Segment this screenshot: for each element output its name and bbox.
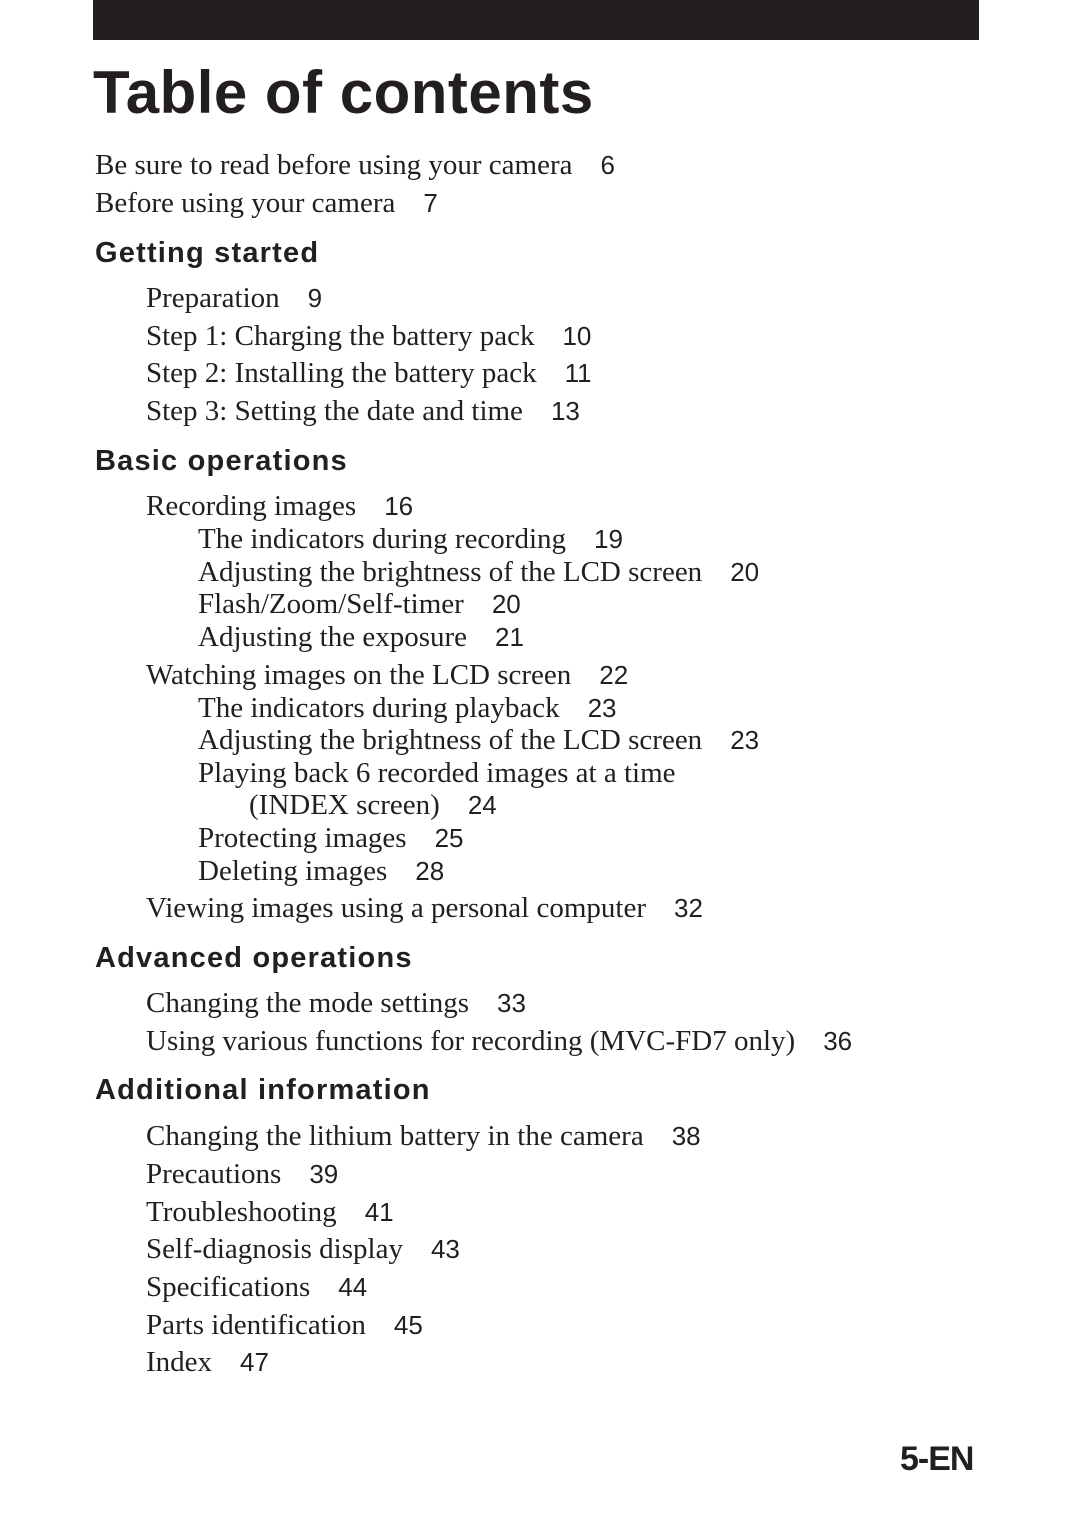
entry-label: Adjusting the brightness of the LCD scre… [198,724,703,756]
entry-page: 6 [600,150,615,180]
entry-page: 47 [240,1347,269,1377]
entry-page: 11 [564,358,592,388]
toc-entry[interactable]: Precautions 39 [146,1156,338,1192]
header-bar [93,0,979,40]
entry-page: 10 [562,321,592,351]
entry-page: 33 [497,988,526,1018]
entry-label: Using various functions for recording (M… [146,1025,796,1057]
entry-label: Changing the mode settings [146,987,469,1019]
entry-label: Specifications [146,1271,311,1303]
entry-label: Deleting images [198,855,388,887]
toc-subentry[interactable]: Deleting images 28 [198,853,444,889]
entry-page: 36 [823,1026,853,1056]
entry-page: 19 [594,524,623,554]
entry-label: Protecting images [198,822,407,854]
page-number: 5-EN [900,1440,974,1478]
entry-label: (INDEX screen) [249,789,440,821]
toc-subentry-continuation[interactable]: (INDEX screen) 24 [249,787,497,823]
entry-label: Be sure to read before using your camera [95,149,573,181]
entry-label: Adjusting the brightness of the LCD scre… [198,556,703,588]
entry-label: Before using your camera [95,187,396,219]
entry-label: Step 1: Charging the battery pack [146,320,535,352]
toc-subentry[interactable]: Adjusting the brightness of the LCD scre… [198,554,759,590]
entry-page: 7 [423,188,438,218]
section-heading-advanced-operations: Advanced operations [95,942,413,974]
entry-page: 9 [307,283,323,313]
entry-page: 45 [393,1310,423,1340]
entry-page: 38 [671,1121,701,1151]
toc-subentry[interactable]: Protecting images 25 [198,820,464,856]
toc-entry[interactable]: Before using your camera 7 [95,185,438,221]
entry-label: Watching images on the LCD screen [146,659,572,691]
entry-page: 32 [674,893,703,923]
entry-label: The indicators during recording [198,523,567,555]
entry-label: Troubleshooting [146,1196,337,1228]
toc-subentry[interactable]: Flash/Zoom/Self-timer 20 [198,586,521,622]
entry-label: Adjusting the exposure [198,621,468,653]
entry-label: Parts identification [146,1309,366,1341]
toc-entry[interactable]: Step 3: Setting the date and time 13 [146,393,580,429]
toc-entry[interactable]: Step 2: Installing the battery pack 11 [146,355,592,391]
toc-entry[interactable]: Troubleshooting 41 [146,1194,394,1230]
section-heading-getting-started: Getting started [95,237,320,269]
toc-entry[interactable]: Preparation 9 [146,280,322,316]
entry-page: 28 [415,856,445,886]
toc-subentry[interactable]: Playing back 6 recorded images at a time [198,755,676,791]
entry-page: 22 [599,660,629,690]
entry-label: Index [146,1346,213,1378]
entry-page: 20 [730,557,760,587]
entry-label: Self-diagnosis display [146,1233,403,1265]
section-heading-additional-information: Additional information [95,1074,431,1106]
entry-page: 16 [384,491,414,521]
toc-entry[interactable]: Specifications 44 [146,1269,367,1305]
toc-entry[interactable]: Index 47 [146,1344,269,1380]
toc-subentry[interactable]: The indicators during recording 19 [198,521,623,557]
entry-page: 43 [430,1234,460,1264]
entry-page: 25 [434,823,464,853]
entry-label: Precautions [146,1158,282,1190]
toc-subentry[interactable]: Adjusting the brightness of the LCD scre… [198,722,759,758]
entry-label: Recording images [146,490,357,522]
entry-label: Step 3: Setting the date and time [146,395,523,427]
entry-page: 41 [364,1197,394,1227]
toc-entry[interactable]: Changing the mode settings 33 [146,985,526,1021]
section-heading-basic-operations: Basic operations [95,445,348,477]
entry-label: Changing the lithium battery in the came… [146,1120,644,1152]
entry-label: Flash/Zoom/Self-timer [198,588,464,620]
toc-entry[interactable]: Changing the lithium battery in the came… [146,1118,701,1154]
entry-label: Playing back 6 recorded images at a time [198,757,676,789]
toc-entry[interactable]: Recording images 16 [146,488,413,524]
toc-entry[interactable]: Viewing images using a personal computer… [146,890,703,926]
entry-label: Step 2: Installing the battery pack [146,357,537,389]
toc-entry[interactable]: Parts identification 45 [146,1307,423,1343]
entry-page: 44 [338,1272,368,1302]
entry-label: Viewing images using a personal computer [146,892,646,924]
entry-page: 39 [309,1159,339,1189]
entry-page: 21 [495,622,524,652]
entry-label: Preparation [146,282,280,314]
entry-page: 13 [550,396,580,426]
entry-page: 24 [467,790,497,820]
entry-page: 20 [491,589,521,619]
entry-label: The indicators during playback [198,692,560,724]
toc-entry[interactable]: Using various functions for recording (M… [146,1023,852,1059]
entry-page: 23 [587,693,617,723]
page-title: Table of contents [93,59,594,126]
toc-entry[interactable]: Be sure to read before using your camera… [95,147,615,183]
toc-entry[interactable]: Self-diagnosis display 43 [146,1231,460,1267]
toc-subentry[interactable]: The indicators during playback 23 [198,690,617,726]
toc-entry[interactable]: Step 1: Charging the battery pack 10 [146,318,591,354]
toc-subentry[interactable]: Adjusting the exposure 21 [198,619,524,655]
entry-page: 23 [730,725,760,755]
toc-entry[interactable]: Watching images on the LCD screen 22 [146,657,628,693]
